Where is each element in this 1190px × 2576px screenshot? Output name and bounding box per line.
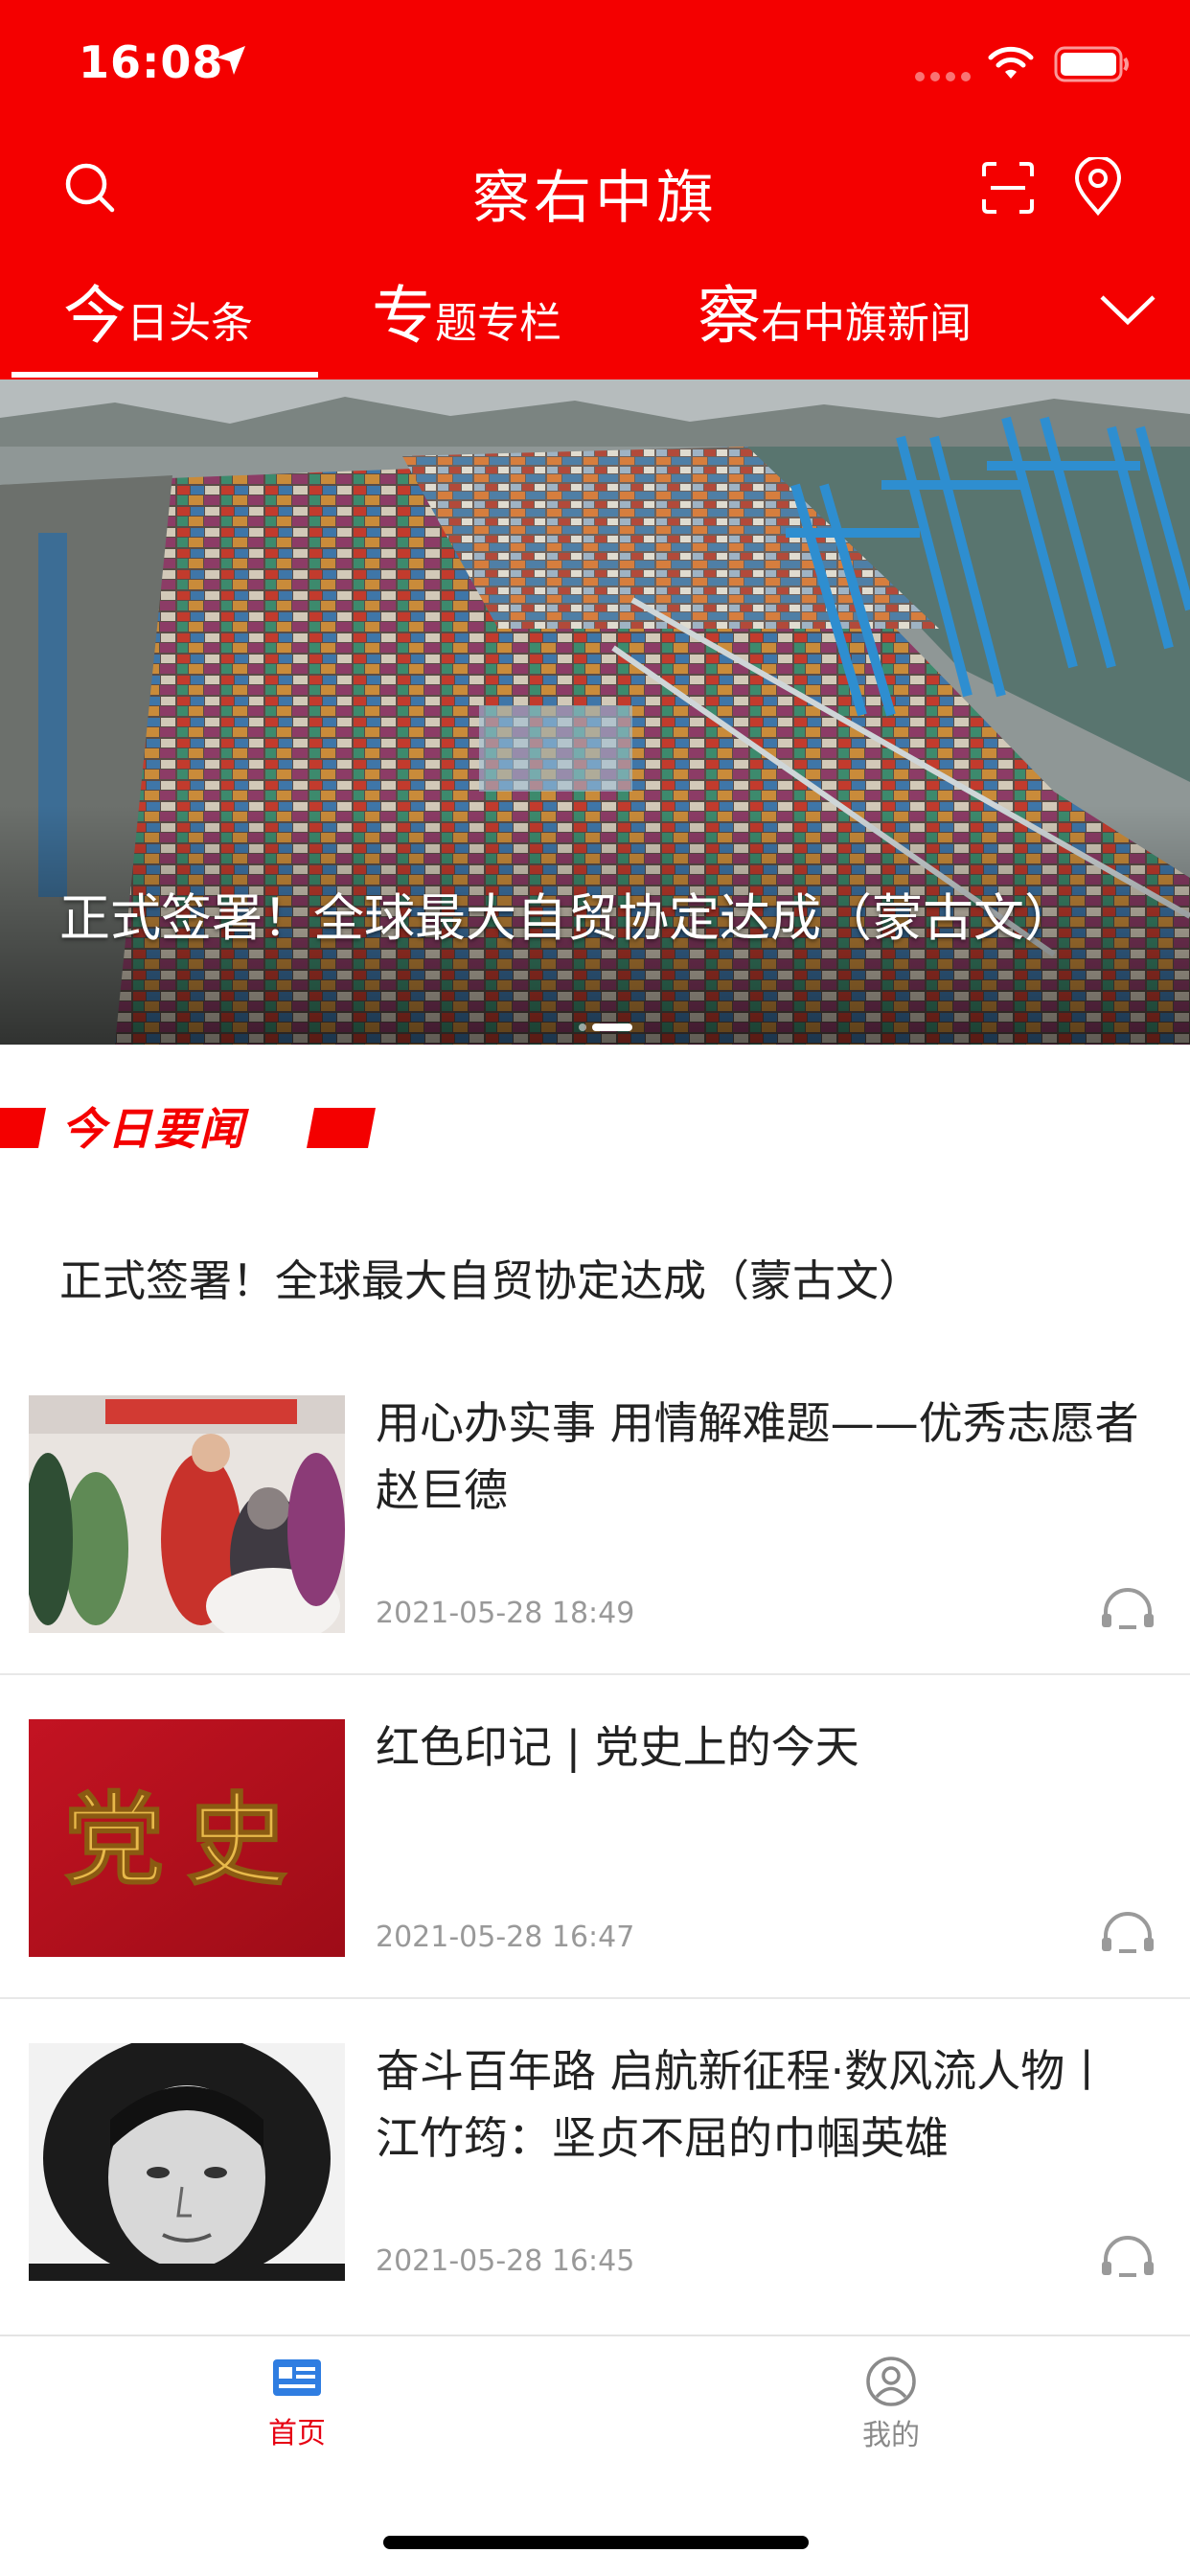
banner-caption: 正式签署！全球最大自贸协定达成（蒙古文）	[59, 889, 1075, 948]
news-icon	[273, 2359, 321, 2396]
banner-carousel[interactable]: 正式签署！全球最大自贸协定达成（蒙古文）	[0, 380, 1190, 1045]
tab-home[interactable]: 首页	[201, 2356, 393, 2451]
list-divider	[0, 1673, 1190, 1675]
news-date: 2021-05-28 16:47	[376, 1920, 635, 1954]
headphones-icon[interactable]	[1100, 1909, 1156, 1953]
home-indicator	[383, 2536, 809, 2549]
location-arrow-icon	[217, 46, 245, 75]
tab-label-initial: 今	[63, 279, 126, 353]
wifi-icon	[988, 46, 1034, 79]
channel-tabs: 今日头条 专题专栏 察右中旗新闻	[0, 278, 1190, 380]
tab-label-initial: 察	[698, 279, 761, 353]
tab-today-headlines[interactable]: 今日头条	[63, 278, 253, 380]
section-heading: 今日要闻	[61, 1104, 249, 1154]
list-divider	[0, 1997, 1190, 1999]
tab-label: 右中旗新闻	[761, 299, 972, 348]
tab-label-initial: 专	[372, 279, 435, 353]
tab-home-label: 首页	[268, 2417, 326, 2450]
tab-label: 日头条	[126, 299, 253, 348]
news-date: 2021-05-28 16:45	[376, 2244, 635, 2278]
news-thumbnail	[29, 1395, 345, 1633]
thumbnail-text: 党史	[64, 1781, 309, 1898]
news-item[interactable]: 党史 红色印记 | 党史上的今天 2021-05-28 16:47	[0, 1719, 1190, 2043]
news-item[interactable]: 用心办实事 用情解难题——优秀志愿者赵巨德 2021-05-28 18:49	[0, 1395, 1190, 1719]
cellular-icon	[915, 72, 971, 81]
user-icon	[866, 2357, 916, 2406]
news-title: 红色印记 | 党史上的今天	[376, 1721, 859, 1773]
tab-mine[interactable]: 我的	[795, 2356, 987, 2453]
chevron-down-icon[interactable]	[1098, 291, 1157, 330]
tab-label: 题专栏	[435, 299, 561, 348]
tab-special-columns[interactable]: 专题专栏	[372, 278, 561, 380]
news-title: 用心办实事 用情解难题——优秀志愿者赵巨德	[376, 1397, 1139, 1516]
section-heading-badge: 今日要闻	[0, 1104, 376, 1154]
news-thumbnail	[29, 2043, 345, 2281]
tab-mine-label: 我的	[862, 2419, 920, 2452]
headphones-icon[interactable]	[1100, 1585, 1156, 1629]
location-pin-icon[interactable]	[1071, 157, 1125, 217]
tab-local-news[interactable]: 察右中旗新闻	[698, 278, 972, 380]
battery-icon	[1054, 46, 1129, 82]
scan-icon[interactable]	[981, 161, 1035, 215]
news-date: 2021-05-28 18:49	[376, 1597, 635, 1630]
status-time: 16:08	[79, 36, 224, 88]
carousel-indicator	[579, 1024, 632, 1031]
headphones-icon[interactable]	[1100, 2233, 1156, 2277]
headline-link[interactable]: 正式签署！全球最大自贸协定达成（蒙古文）	[59, 1246, 922, 1308]
news-title: 奋斗百年路 启航新征程·数风流人物丨江竹筠：坚贞不屈的巾帼英雄	[376, 2045, 1110, 2164]
news-item[interactable]: 奋斗百年路 启航新征程·数风流人物丨江竹筠：坚贞不屈的巾帼英雄 2021-05-…	[0, 2043, 1190, 2367]
news-thumbnail: 党史	[29, 1719, 345, 1957]
header: 16:08 察右中旗 今日头条 专题专栏 察右中旗新闻	[0, 0, 1190, 380]
active-tab-indicator	[11, 372, 318, 378]
app-screen: 16:08 察右中旗 今日头条 专题专栏 察右中旗新闻 正式签署！全球最大自贸协…	[0, 0, 1190, 2576]
